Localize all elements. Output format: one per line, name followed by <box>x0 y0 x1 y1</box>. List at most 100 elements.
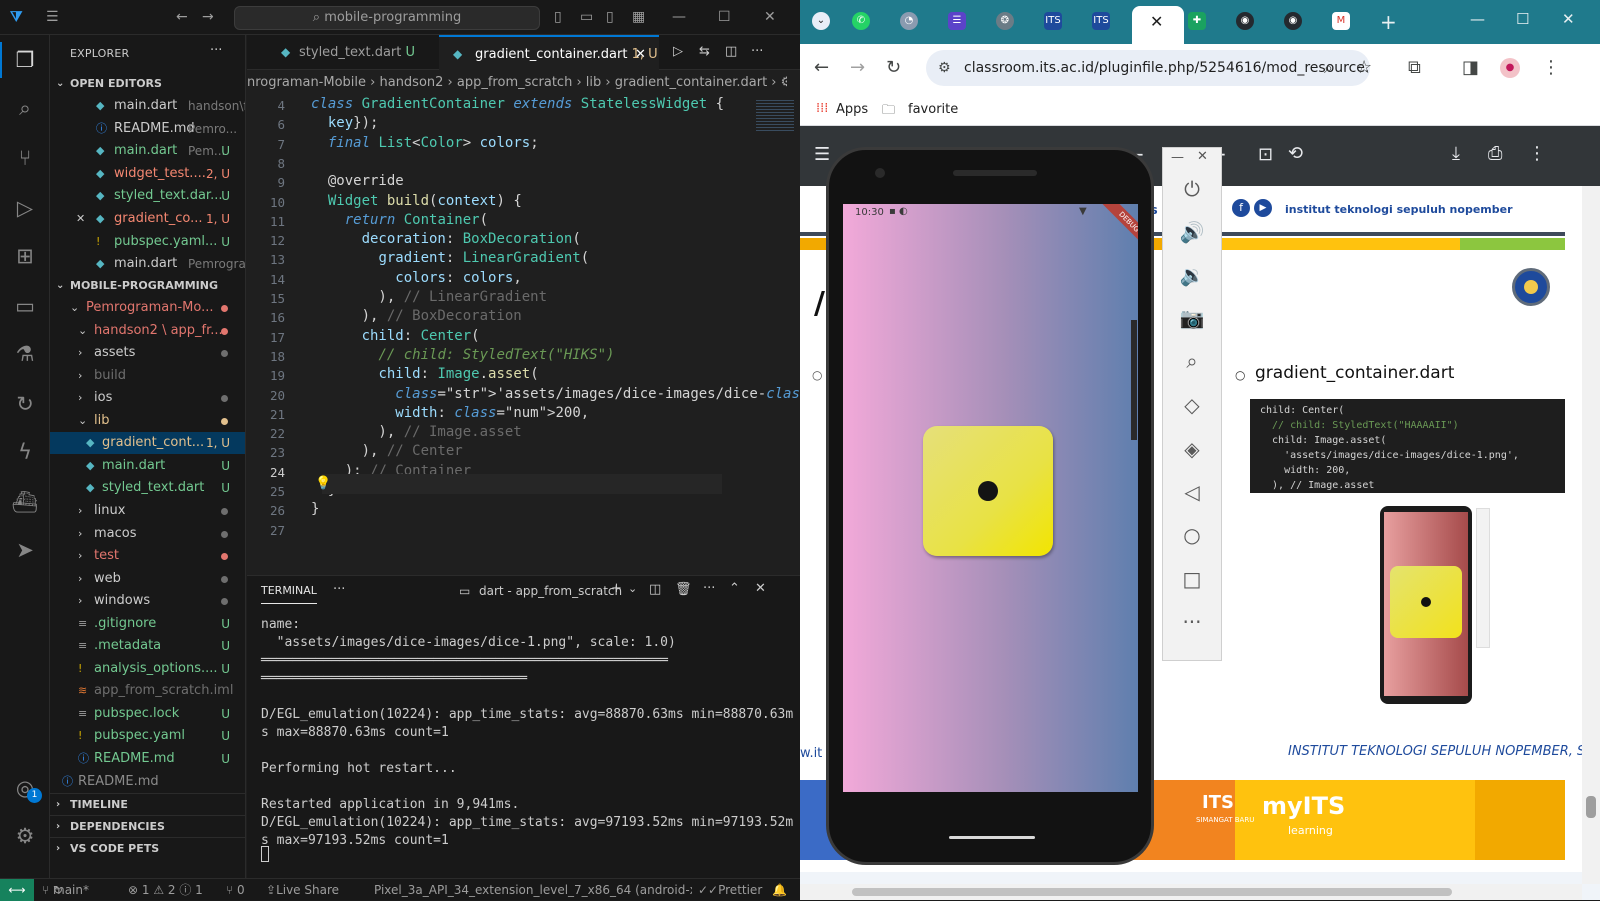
minimize-icon[interactable]: — <box>672 8 686 26</box>
remote-indicator-icon[interactable]: ⟷ <box>0 879 34 901</box>
reload-icon[interactable]: ↻ <box>886 56 901 80</box>
tab-styled-text[interactable]: ◆ styled_text.dart U <box>247 35 439 70</box>
terminal-output[interactable]: name: "assets/images/dice-images/dice-1.… <box>261 616 793 850</box>
maximize-icon[interactable]: ☐ <box>1516 10 1529 28</box>
open-editor-item[interactable]: ◆ main.dart handson\f... <box>50 95 245 117</box>
workspace-header[interactable]: ⌄ MOBILE-PROGRAMMING <box>50 275 245 297</box>
source-control-icon[interactable]: ⑂ <box>10 143 40 173</box>
tree-item[interactable]: ≡ .metadata U <box>50 635 245 657</box>
open-editor-item[interactable]: ! pubspec.yaml... U <box>50 231 245 253</box>
chrome-menu-icon[interactable]: ⋮ <box>1542 56 1560 80</box>
whatsapp-tab-icon[interactable]: ✆ <box>852 12 870 30</box>
run-icon[interactable]: ▷ <box>673 44 683 59</box>
terminal-tab[interactable]: TERMINAL <box>261 584 317 604</box>
open-changes-icon[interactable]: ⇆ <box>699 44 710 59</box>
open-editor-item[interactable]: ⓘ README.md Pemro... <box>50 118 245 140</box>
live-share-button[interactable]: ⇪ Live Share <box>266 879 339 901</box>
gmail-tab-icon[interactable]: M <box>1332 12 1350 30</box>
close-emulator-icon[interactable]: ✕ <box>1197 149 1208 164</box>
forms-tab-icon[interactable]: ☰ <box>948 12 966 30</box>
close-icon[interactable]: ✕ <box>76 208 85 230</box>
split-editor-icon[interactable]: ◫ <box>725 44 737 59</box>
chevron-down-icon[interactable]: ⌄ <box>628 582 637 595</box>
close-window-icon[interactable]: ✕ <box>1562 10 1575 28</box>
its-tab-icon-2[interactable]: ITS <box>1092 12 1110 30</box>
tree-item[interactable]: › build <box>50 365 245 387</box>
lightning-icon[interactable]: ϟ <box>10 437 40 467</box>
open-editors-header[interactable]: ⌄ OPEN EDITORS <box>50 73 245 95</box>
trash-icon[interactable]: 🗑 <box>675 582 692 597</box>
github-tab-icon[interactable]: ◉ <box>1236 12 1254 30</box>
code-editor[interactable]: 4 class GradientContainer extends Statele… <box>247 94 800 564</box>
extensions-icon[interactable]: ⊞ <box>10 241 40 271</box>
more-actions-icon[interactable]: ⋮ <box>1528 143 1546 164</box>
apps-grid-icon[interactable]: ⁞⁞⁞ <box>816 101 828 116</box>
prettier-indicator[interactable]: ✓✓ Prettier <box>698 879 762 901</box>
rotate-icon[interactable]: ⟲ <box>1288 143 1303 164</box>
explorer-icon[interactable]: ❐ <box>0 42 40 78</box>
maximize-icon[interactable]: ☐ <box>718 8 731 26</box>
gesture-bar[interactable] <box>949 836 1035 839</box>
tree-item[interactable]: ⌄ handson2 \ app_fr... <box>50 320 245 342</box>
tree-item[interactable]: ! analysis_options.... U <box>50 658 245 680</box>
more-actions-icon[interactable]: ··· <box>210 43 222 58</box>
horizontal-scrollbar[interactable] <box>800 884 1582 900</box>
sheets-tab-icon[interactable]: ✚ <box>1188 12 1206 30</box>
minimize-icon[interactable]: — <box>1470 10 1485 28</box>
its-tab-icon[interactable]: ITS <box>1044 12 1062 30</box>
back-icon[interactable]: ← <box>814 56 829 80</box>
zoom-icon[interactable]: ⌕ <box>1324 56 1333 80</box>
vertical-scrollbar[interactable] <box>1582 186 1600 884</box>
fit-page-icon[interactable]: ⊡ <box>1258 144 1273 165</box>
open-editor-item[interactable]: ◆ widget_test.... 2, U <box>50 163 245 185</box>
tree-item[interactable]: ≡ .gitignore U <box>50 613 245 635</box>
dependencies-section[interactable]: › DEPENDENCIES <box>50 815 245 837</box>
home-nav-icon[interactable]: ○ <box>1163 522 1221 548</box>
tab-icon[interactable]: ◔ <box>900 12 918 30</box>
terminal-name[interactable]: dart - app_from_scratch <box>479 584 622 598</box>
toggle-sidebar-icon[interactable]: ▯ <box>554 8 562 26</box>
open-editor-item[interactable]: ◆ main.dart Pemrogra... <box>50 253 245 275</box>
ports-indicator[interactable]: ⑂ 0 <box>226 879 245 901</box>
accounts-icon[interactable]: ◎ 1 <box>10 773 42 803</box>
scrollbar-thumb[interactable] <box>852 888 1452 896</box>
close-tab-icon[interactable]: ✕ <box>1150 12 1163 31</box>
rotate-left-icon[interactable]: ◇ <box>1163 392 1221 418</box>
bookmark-star-icon[interactable]: ☆ <box>1356 56 1372 80</box>
rotate-right-icon[interactable]: ◈ <box>1163 436 1221 462</box>
new-terminal-icon[interactable]: + <box>611 581 622 596</box>
volume-down-icon[interactable]: 🔉 <box>1163 262 1221 288</box>
timeline-section[interactable]: › TIMELINE <box>50 793 245 815</box>
back-nav-icon[interactable]: ◁ <box>1163 479 1221 505</box>
toggle-panel-icon[interactable]: ▭ <box>580 8 593 26</box>
bookmark-favorite[interactable]: favorite <box>908 102 958 117</box>
command-center[interactable]: ⌕ mobile-programming <box>234 6 540 30</box>
tree-item[interactable]: › macos <box>50 523 245 545</box>
lightbulb-icon[interactable]: 💡 <box>315 476 331 491</box>
tab-gradient-container[interactable]: ◆ gradient_container.dart 1, U ✕ <box>439 35 659 70</box>
tree-item[interactable]: › windows <box>50 590 245 612</box>
branch-indicator[interactable]: ⑂ main* ↻ <box>42 879 89 901</box>
more-actions-icon[interactable]: ··· <box>751 44 763 59</box>
open-editor-item[interactable]: ✕ ◆ gradient_co... 1, U <box>50 208 245 230</box>
bookmark-apps[interactable]: Apps <box>836 102 868 117</box>
close-icon[interactable]: ✕ <box>764 8 776 26</box>
tree-item[interactable]: › linux <box>50 500 245 522</box>
emulator-screen[interactable]: 10:30 ▪ ◐ ▼ DEBUG <box>843 204 1138 792</box>
minimap[interactable] <box>754 94 800 564</box>
tree-item[interactable]: ◆ gradient_cont... 1, U <box>50 432 245 455</box>
docker-icon[interactable]: ⛴ <box>10 487 40 517</box>
tree-item[interactable]: › web <box>50 568 245 590</box>
problems-indicator[interactable]: ⊗ 1 ⚠ 2 ⓘ 1 <box>128 879 203 901</box>
power-icon[interactable]: ⏻ <box>1163 176 1221 202</box>
active-tab[interactable]: ✕ <box>1132 6 1184 44</box>
tree-item[interactable]: ◆ main.dart U <box>50 455 245 477</box>
open-editor-item[interactable]: ◆ main.dart Pem... U <box>50 140 245 162</box>
tree-item[interactable]: ⓘ README.md <box>50 771 245 793</box>
side-panel-icon[interactable]: ◨ <box>1462 56 1479 80</box>
run-debug-icon[interactable]: ▷ <box>10 193 40 223</box>
tree-item[interactable]: › test <box>50 545 245 567</box>
camera-icon[interactable]: 📷 <box>1163 305 1221 331</box>
tree-item[interactable]: › ios <box>50 387 245 409</box>
zoom-icon[interactable]: ⌕ <box>1163 348 1221 374</box>
